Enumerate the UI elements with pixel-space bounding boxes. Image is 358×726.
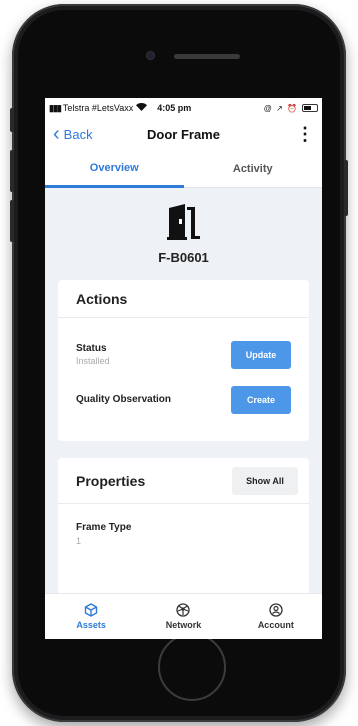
bottom-tab-account[interactable]: Account (230, 594, 322, 639)
status-time: 4:05 pm (157, 103, 192, 113)
back-button[interactable]: ‹ Back (53, 124, 93, 144)
earpiece-speaker (174, 54, 240, 59)
update-button[interactable]: Update (231, 340, 291, 369)
system-icons: @ ↗ ⏰ (263, 103, 298, 113)
bottom-tab-network[interactable]: Network (137, 594, 229, 639)
more-options-icon[interactable]: ⋮ (296, 125, 314, 143)
status-value: Installed (76, 356, 110, 366)
bottom-tab-label: Account (257, 620, 294, 630)
home-button[interactable] (158, 633, 226, 701)
quality-observation-label: Quality Observation (76, 394, 172, 405)
tab-overview[interactable]: Overview (45, 150, 184, 188)
quality-observation-row: Quality Observation Create (58, 377, 309, 422)
status-label: Status (76, 343, 107, 354)
app-screen: ▮▮▮ Telstra #LetsVaxx 4:05 pm @ ↗ ⏰ ‹ Ba… (45, 98, 322, 639)
volume-up-button (10, 150, 14, 192)
bottom-tab-assets[interactable]: Assets (45, 594, 137, 639)
status-row: Status Installed Update (58, 332, 309, 377)
wifi-icon (136, 103, 148, 113)
asset-header: F-B0601 (45, 188, 322, 280)
tab-activity[interactable]: Activity (183, 150, 322, 188)
property-value: 1 (76, 536, 82, 546)
network-icon (176, 603, 191, 617)
properties-header: Properties Show All (58, 458, 309, 504)
property-item: Frame Type 1 (58, 504, 309, 546)
cube-icon (84, 603, 98, 617)
volume-down-button (10, 200, 14, 242)
properties-title: Properties (76, 472, 146, 489)
bottom-tab-label: Assets (76, 620, 106, 630)
navigation-bar: ‹ Back Door Frame ⋮ (45, 118, 322, 150)
actions-title: Actions (58, 280, 309, 318)
back-label: Back (63, 126, 93, 142)
property-label: Frame Type (76, 522, 132, 533)
status-bar: ▮▮▮ Telstra #LetsVaxx 4:05 pm @ ↗ ⏰ (45, 98, 322, 118)
create-button[interactable]: Create (231, 385, 291, 414)
bottom-tab-label: Network (165, 620, 202, 630)
door-icon (167, 204, 200, 240)
asset-code: F-B0601 (158, 250, 209, 265)
mute-switch (10, 108, 14, 132)
chevron-left-icon: ‹ (53, 123, 60, 145)
power-button (344, 160, 348, 216)
actions-card: Actions Status Installed Update Quality … (58, 280, 309, 441)
account-icon (269, 603, 283, 617)
front-camera (146, 51, 155, 60)
signal-icon: ▮▮▮ (49, 102, 62, 113)
carrier-name: Telstra #LetsVaxx (62, 103, 134, 113)
battery-icon (302, 104, 318, 112)
bottom-tab-bar: Assets Network Account (45, 593, 322, 639)
tab-bar: Overview Activity (45, 150, 322, 188)
show-all-button[interactable]: Show All (232, 466, 298, 495)
